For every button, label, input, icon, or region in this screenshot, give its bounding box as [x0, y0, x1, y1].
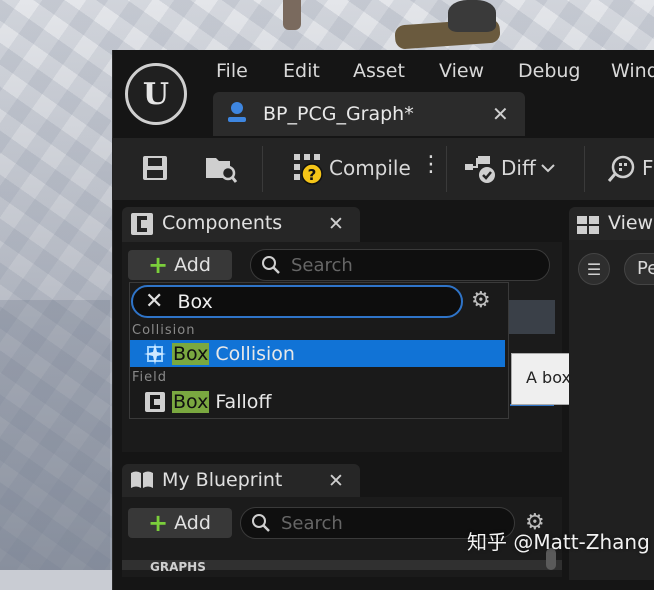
list-item-box-collision[interactable]: Box Collision	[130, 340, 505, 367]
list-item-box-falloff[interactable]: Box Falloff	[130, 388, 505, 415]
add-component-label: Add	[174, 254, 211, 276]
rock-prop	[448, 0, 496, 32]
match-highlight: Box	[172, 342, 210, 365]
list-item-label: Falloff	[209, 390, 272, 413]
viewport-panel-title: Viewp	[608, 212, 654, 234]
search-placeholder: Search	[281, 512, 343, 534]
blueprint-asset-icon	[228, 102, 246, 122]
menu-view[interactable]: View	[439, 60, 484, 82]
add-member-button[interactable]: + Add	[128, 508, 232, 538]
search-icon	[262, 256, 280, 274]
close-panel-icon[interactable]: ✕	[328, 213, 344, 235]
menu-file[interactable]: File	[216, 60, 248, 82]
component-filter-input[interactable]: ✕ Box	[131, 285, 463, 318]
gear-icon[interactable]: ⚙	[471, 288, 491, 313]
component-class-icon	[145, 391, 165, 412]
my-blueprint-panel-title: My Blueprint	[162, 469, 283, 491]
components-panel-title: Components	[162, 212, 283, 234]
toolbar-divider	[446, 146, 447, 192]
plus-icon: +	[148, 509, 169, 537]
svg-text:?: ?	[308, 166, 317, 184]
diff-icon[interactable]	[464, 154, 498, 184]
find-button[interactable]: F	[642, 156, 654, 180]
book-icon	[131, 471, 153, 488]
clear-filter-icon[interactable]: ✕	[145, 289, 163, 314]
hamburger-menu-icon[interactable]: ☰	[578, 253, 610, 285]
close-tab-icon[interactable]: ✕	[492, 102, 509, 126]
component-class-icon	[131, 213, 153, 235]
menu-asset[interactable]: Asset	[353, 60, 405, 82]
ground-shadow	[0, 300, 110, 570]
add-component-button[interactable]: + Add	[128, 250, 232, 280]
save-icon[interactable]	[141, 154, 169, 182]
watermark: 知乎 @Matt-Zhang	[467, 530, 650, 554]
menu-debug[interactable]: Debug	[518, 60, 580, 82]
browse-asset-icon[interactable]	[204, 152, 238, 184]
box-collision-icon	[144, 342, 166, 365]
components-search-input[interactable]: Search	[250, 249, 550, 281]
viewport-perspective-button[interactable]: Pe	[624, 253, 654, 285]
hierarchy-row-background	[507, 300, 555, 334]
unreal-logo-icon[interactable]: U	[125, 63, 187, 125]
graphs-section-label: GRAPHS	[150, 560, 206, 574]
toolbar-divider	[262, 146, 263, 192]
menu-window[interactable]: Wind	[611, 60, 654, 82]
compile-button[interactable]: Compile	[329, 156, 411, 180]
add-member-label: Add	[174, 512, 211, 534]
toolbar-divider	[584, 146, 585, 192]
category-field: Field	[132, 370, 168, 385]
list-item-label: Collision	[209, 342, 295, 365]
close-panel-icon[interactable]: ✕	[328, 470, 344, 492]
plus-icon: +	[148, 251, 169, 279]
search-placeholder: Search	[291, 254, 353, 276]
viewport-icon	[577, 216, 599, 234]
tree-trunk	[283, 0, 301, 30]
search-icon	[252, 514, 270, 532]
find-icon[interactable]	[607, 154, 639, 184]
compile-options-icon[interactable]: ⋮	[420, 154, 442, 176]
diff-button[interactable]: Diff	[501, 156, 536, 180]
chevron-down-icon[interactable]	[540, 162, 556, 174]
document-tab-label: BP_PCG_Graph*	[263, 103, 414, 125]
menu-edit[interactable]: Edit	[283, 60, 320, 82]
component-filter-value: Box	[177, 290, 213, 313]
category-collision: Collision	[132, 323, 196, 338]
compile-status-icon[interactable]: ?	[292, 152, 324, 186]
match-highlight: Box	[172, 390, 210, 413]
